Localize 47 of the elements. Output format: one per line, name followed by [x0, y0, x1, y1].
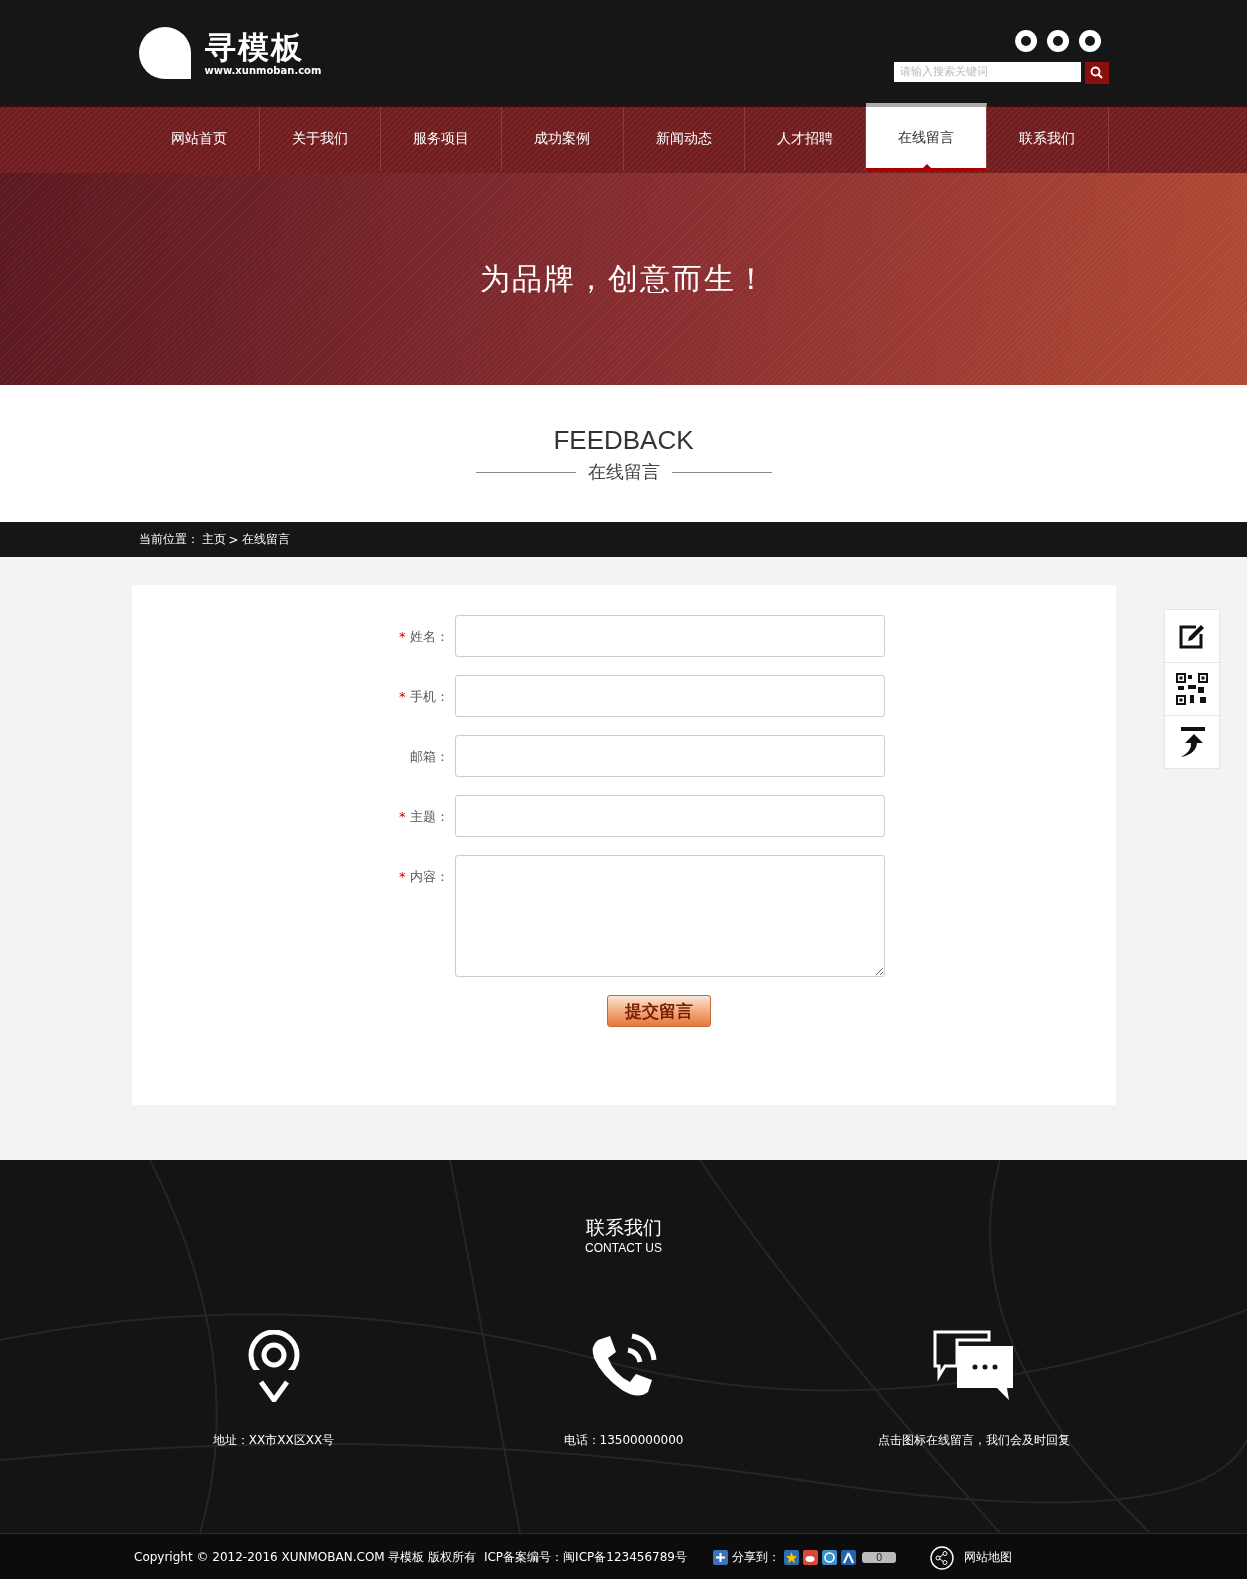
copyright-text: Copyright © 2012-2016 XUNMOBAN.COM 寻模板 版权所有 ICP备案编号：闽ICP备123456789号: [134, 1549, 687, 1566]
submit-button[interactable]: 提交留言: [606, 995, 711, 1027]
sitemap-link[interactable]: 网站地图: [930, 1545, 1013, 1570]
search-field[interactable]: 请输入搜索关键词: [893, 61, 1081, 82]
contact-text: 地址：XX市XX区XX号: [212, 1432, 335, 1449]
footer-subtitle: CONTACT US: [585, 1241, 662, 1255]
field-label: * 内容：: [398, 868, 450, 886]
breadcrumb-link[interactable]: 主页: [201, 531, 226, 548]
location-pin-icon: [246, 1330, 301, 1402]
nav-tab[interactable]: 在线留言: [866, 103, 988, 171]
nav-tab[interactable]: 网站首页: [138, 107, 260, 171]
qr-code-icon[interactable]: [1176, 673, 1208, 705]
field-label: * 手机：: [398, 688, 450, 706]
logo-icon: [138, 26, 191, 79]
logo-url: www.xunmoban.com: [204, 65, 322, 76]
contact-text: 点击图标在线留言，我们会及时回复: [877, 1432, 1070, 1449]
breadcrumb-link[interactable]: 在线留言: [241, 531, 290, 548]
field-label: * 主题：: [398, 808, 450, 826]
nav-tab[interactable]: 新闻动态: [623, 107, 745, 171]
nav-tab[interactable]: 关于我们: [259, 107, 381, 171]
input-field[interactable]: [454, 615, 885, 657]
nav-tab[interactable]: 服务项目: [381, 107, 503, 171]
footer-title: 联系我们: [585, 1215, 662, 1240]
nav-tab[interactable]: 联系我们: [987, 107, 1109, 171]
logo-name: 寻模板: [204, 29, 305, 65]
share-count: 0: [861, 1552, 897, 1563]
input-field[interactable]: [454, 735, 885, 777]
nav-tab[interactable]: 成功案例: [502, 107, 624, 171]
breadcrumb-separator: >: [228, 532, 239, 547]
input-field[interactable]: [454, 795, 885, 837]
plus-icon[interactable]: [712, 1550, 728, 1565]
star-share-icon[interactable]: [783, 1550, 799, 1565]
share-circle-icon: [930, 1545, 955, 1570]
section-title: FEEDBACK: [553, 425, 694, 456]
input-field[interactable]: [454, 675, 885, 717]
field-label: * 姓名：: [398, 628, 450, 646]
edit-icon[interactable]: [1178, 622, 1206, 650]
share-label: 分享到：: [731, 1549, 780, 1566]
breadcrumb-label: 当前位置：: [138, 531, 199, 548]
section-subtitle: 在线留言: [587, 460, 660, 484]
banner-slogan: 为品牌，创意而生！: [479, 259, 768, 298]
search-icon: [1090, 66, 1103, 79]
field-label: 邮箱：: [408, 748, 450, 766]
chat-bubbles-icon[interactable]: [932, 1330, 1015, 1402]
textarea-field[interactable]: [454, 855, 885, 977]
contact-text: 电话：13500000000: [563, 1432, 684, 1449]
search-button[interactable]: [1084, 61, 1109, 84]
